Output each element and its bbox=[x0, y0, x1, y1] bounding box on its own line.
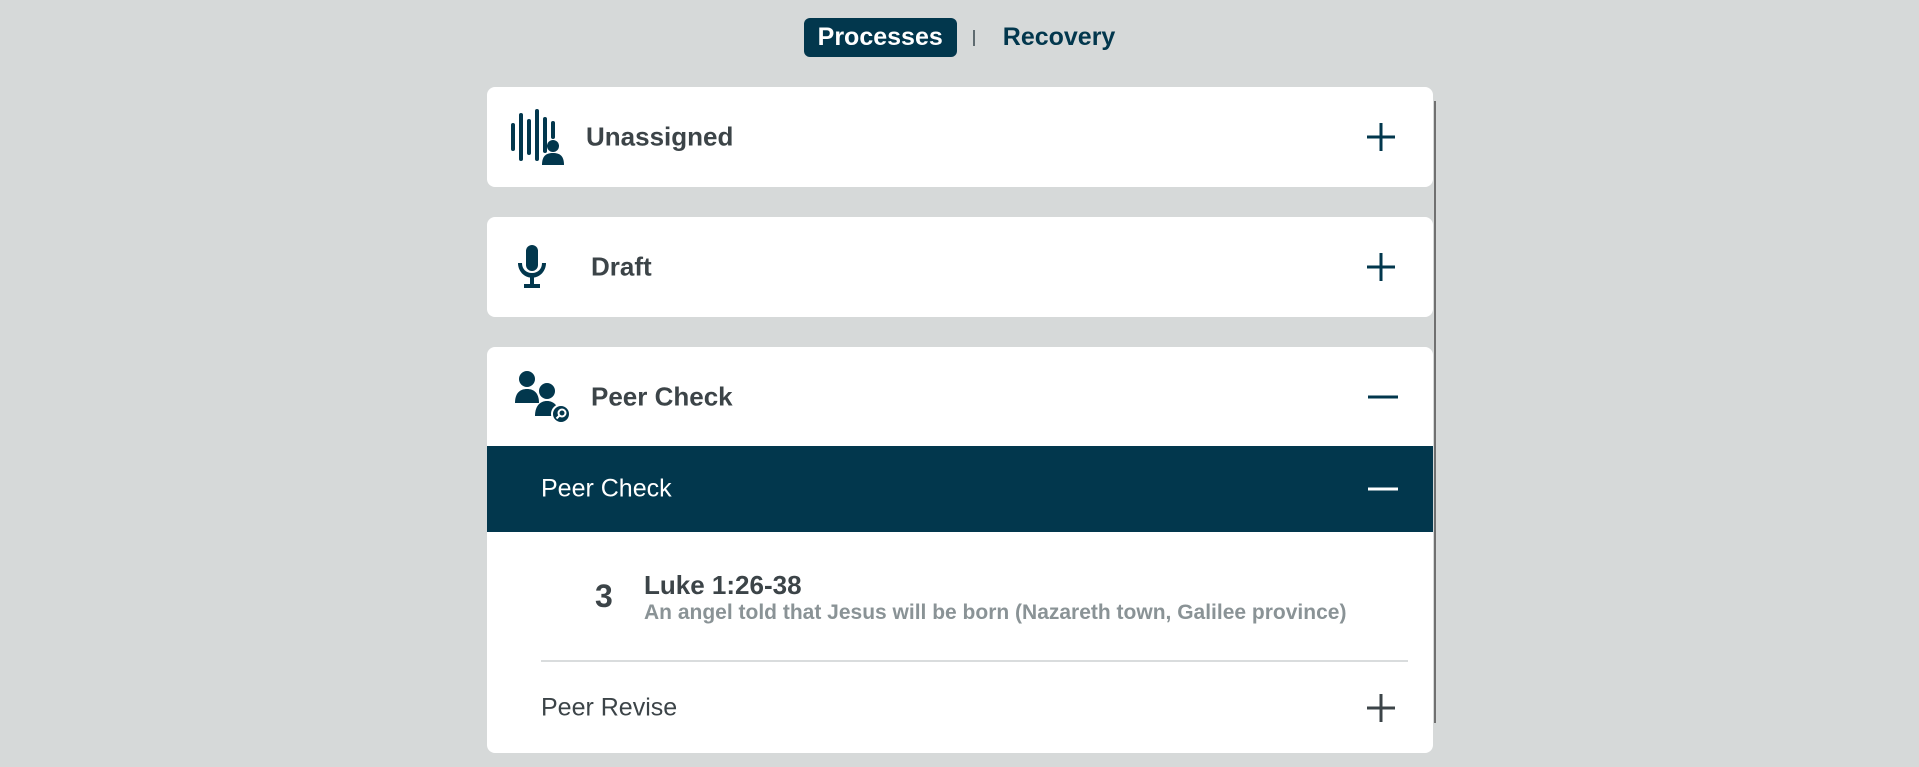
plus-icon[interactable] bbox=[1365, 121, 1397, 153]
minus-icon[interactable] bbox=[1367, 381, 1399, 413]
top-navigation: Processes Recovery bbox=[0, 18, 1919, 57]
section-peer-check-header[interactable]: Peer Check bbox=[487, 347, 1433, 446]
section-unassigned: Unassigned bbox=[487, 87, 1433, 187]
step-title: Peer Revise bbox=[541, 693, 678, 722]
task-reference: Luke 1:26-38 bbox=[644, 570, 802, 600]
step-peer-check-header[interactable]: Peer Check bbox=[487, 446, 1433, 532]
recovery-tab[interactable]: Recovery bbox=[1003, 24, 1116, 51]
waveform-person-icon bbox=[511, 109, 564, 165]
people-search-icon bbox=[515, 370, 571, 424]
plus-icon[interactable] bbox=[1365, 692, 1397, 724]
processes-tab[interactable]: Processes bbox=[803, 18, 957, 57]
section-title: Draft bbox=[591, 251, 652, 282]
task-description: An angel told that Jesus will be born (N… bbox=[644, 601, 1347, 624]
section-title: Unassigned bbox=[586, 121, 734, 152]
step-title: Peer Check bbox=[541, 474, 672, 503]
plus-icon[interactable] bbox=[1365, 251, 1397, 283]
nav-separator bbox=[972, 29, 975, 46]
minus-icon[interactable] bbox=[1367, 473, 1399, 505]
microphone-icon bbox=[518, 245, 546, 288]
section-draft-header[interactable]: Draft bbox=[487, 217, 1433, 317]
task-item[interactable]: 3 Luke 1:26-38 An angel told that Jesus … bbox=[487, 532, 1433, 660]
section-peer-check: Peer Check Peer Check 3 Luke 1:26-38 An … bbox=[487, 347, 1433, 753]
task-number: 3 bbox=[595, 578, 613, 614]
section-unassigned-header[interactable]: Unassigned bbox=[487, 87, 1433, 187]
section-title: Peer Check bbox=[591, 381, 733, 411]
step-peer-revise-header[interactable]: Peer Revise bbox=[487, 662, 1433, 754]
section-draft: Draft bbox=[487, 217, 1433, 317]
scrollbar[interactable] bbox=[1434, 101, 1436, 723]
